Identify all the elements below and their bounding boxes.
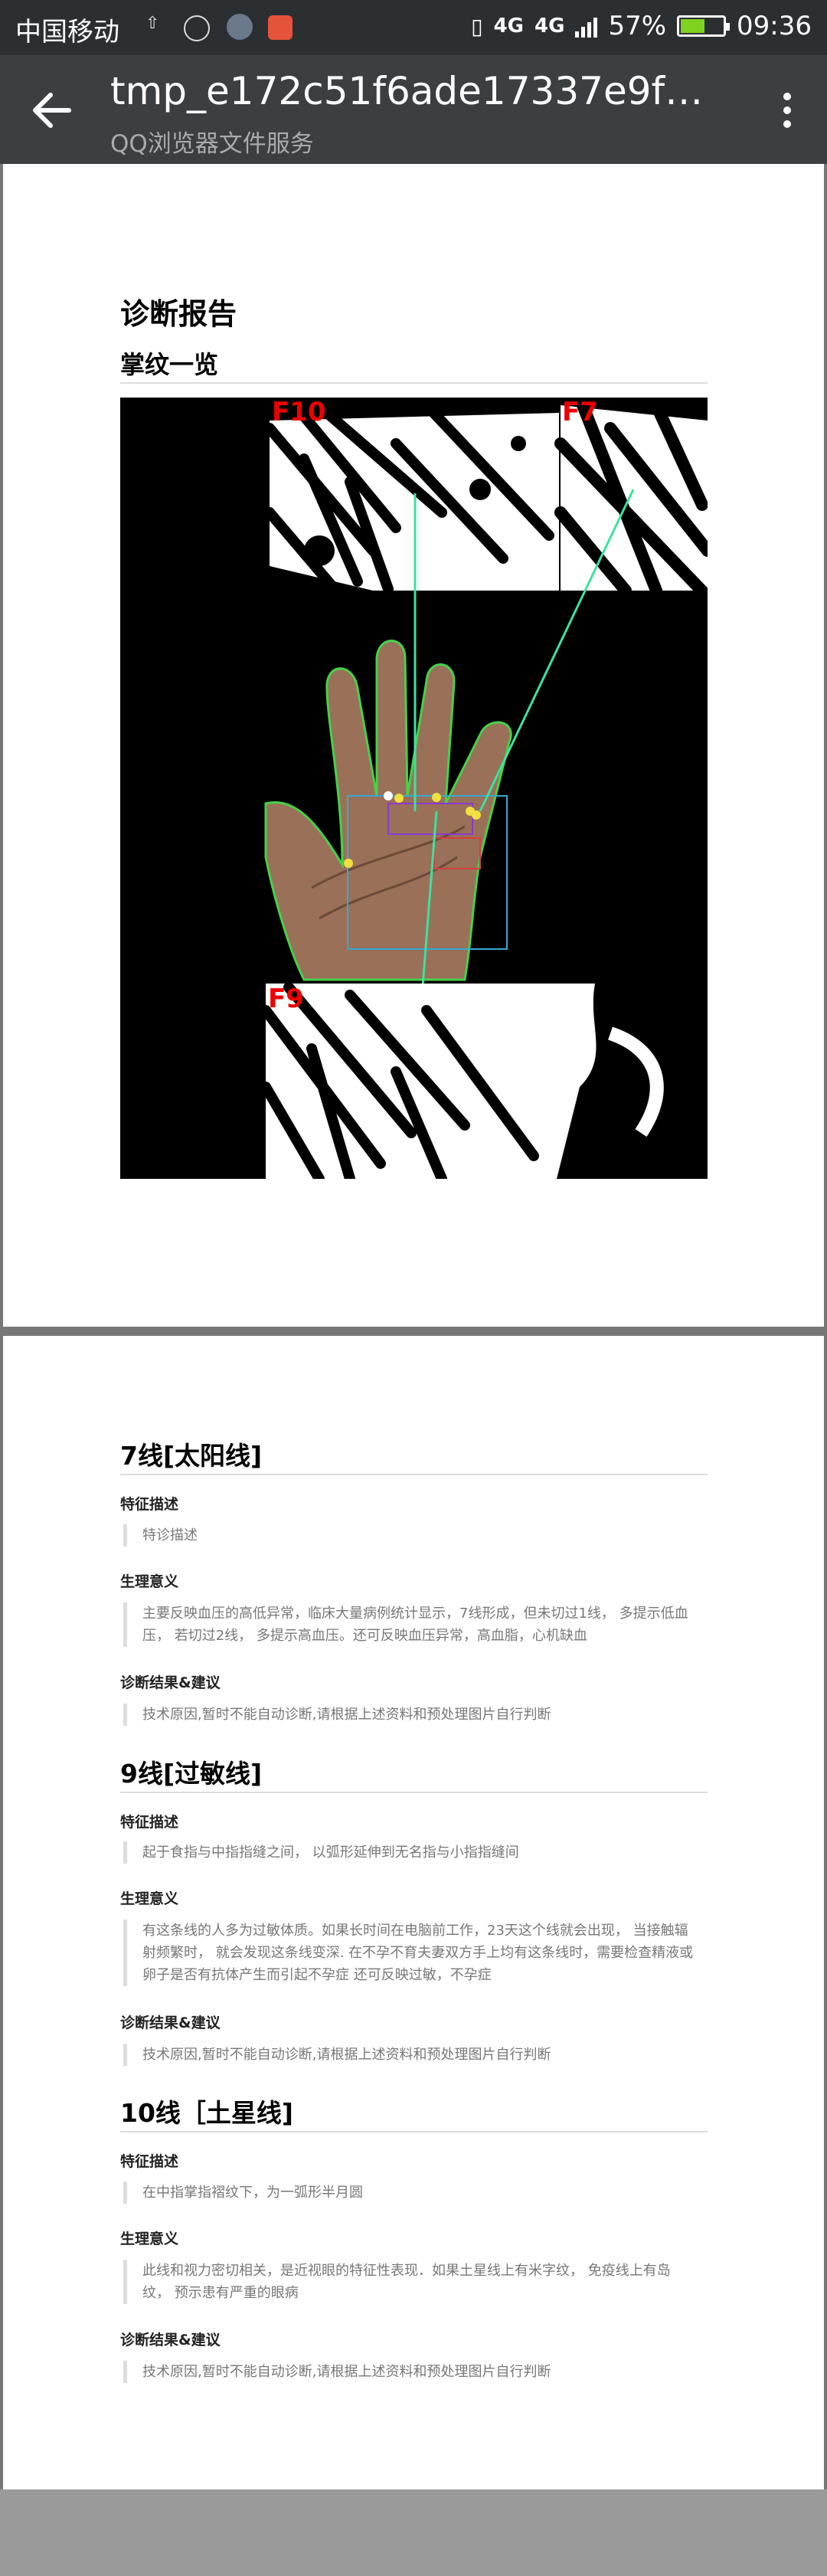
document-page-2: 7线[太阳线] 特征描述 特诊描述 生理意义 主要反映血压的高低异常，临床大量病… — [3, 1336, 824, 2489]
result-text: 技术原因,暂时不能自动诊断,请根据上述资料和预处理图片自行判断 — [123, 2361, 694, 2383]
feature-label: 特征描述 — [120, 1814, 179, 1831]
result-label: 诊断结果&建议 — [120, 2332, 221, 2349]
battery-icon — [677, 15, 731, 37]
f7-label: F7 — [562, 398, 598, 427]
app-badge-icon — [268, 15, 293, 40]
carrier-name: 中国移动 — [15, 17, 119, 47]
battery-percent: 57% — [608, 11, 667, 41]
status-bar: 中国移动 ⇧ ▯ 4G 4G 57% 09:36 — [0, 0, 827, 55]
clock: 09:36 — [737, 11, 812, 41]
file-title: tmp_e172c51f6ade17337e9f27... — [110, 69, 723, 113]
report-title: 诊断报告 — [120, 297, 237, 331]
result-text: 技术原因,暂时不能自动诊断,请根据上述资料和预处理图片自行判断 — [123, 1704, 694, 1726]
section-title-allergy-line: 9线[过敏线] — [120, 1759, 263, 1789]
network-4g-secondary-label: 4G — [534, 15, 565, 38]
divider — [120, 2131, 708, 2132]
palm-overview-heading: 掌纹一览 — [120, 350, 219, 379]
browser-toolbar: tmp_e172c51f6ade17337e9f27... QQ浏览器文件服务 — [0, 55, 827, 164]
section-title-sun-line: 7线[太阳线] — [120, 1441, 263, 1471]
upload-icon: ⇧ — [145, 14, 160, 33]
result-label: 诊断结果&建议 — [120, 2015, 221, 2031]
result-text: 技术原因,暂时不能自动诊断,请根据上述资料和预处理图片自行判断 — [123, 2044, 694, 2066]
meaning-text: 有这条线的人多为过敏体质。如果长时间在电脑前工作，23天这个线就会出现， 当接触… — [123, 1920, 694, 1986]
meaning-text: 此线和视力密切相关，是近视眼的特征性表现．如果土星线上有米字纹， 免疫线上有岛纹… — [123, 2260, 694, 2304]
battery-fill — [681, 19, 705, 33]
back-arrow-icon[interactable] — [28, 86, 77, 135]
more-options-icon[interactable] — [772, 86, 802, 135]
feature-label: 特征描述 — [120, 1496, 179, 1513]
document-page-1: 诊断报告 掌纹一览 F10 F7 F9 — [3, 164, 824, 1327]
f9-texture-panel: F9 — [260, 982, 708, 1179]
feature-text: 在中指掌指褶纹下，为一弧形半月圆 — [123, 2182, 694, 2204]
network-4g-label: 4G — [493, 15, 524, 38]
vibrate-icon: ▯ — [471, 13, 483, 39]
divider — [120, 1792, 708, 1793]
divider — [120, 1474, 708, 1475]
feature-text: 起于食指与中指指缝之间， 以弧形延伸到无名指与小指指缝间 — [123, 1841, 694, 1864]
app-notification-icon — [184, 15, 210, 41]
f9-label: F9 — [268, 984, 304, 1014]
section-title-saturn-line: 10线［土星线] — [120, 2098, 294, 2128]
meaning-label: 生理意义 — [120, 1573, 179, 1590]
meaning-label: 生理意义 — [120, 2231, 179, 2247]
result-label: 诊断结果&建议 — [120, 1674, 221, 1691]
feature-text: 特诊描述 — [123, 1524, 694, 1547]
palm-analysis-image: F10 F7 F9 — [120, 398, 708, 1179]
divider — [120, 382, 708, 384]
f10-label: F10 — [272, 398, 326, 427]
signal-icon — [575, 15, 598, 38]
feature-label: 特征描述 — [120, 2153, 179, 2170]
avatar-notification-icon — [227, 14, 253, 40]
file-service-subtitle: QQ浏览器文件服务 — [110, 130, 314, 158]
meaning-label: 生理意义 — [120, 1890, 179, 1907]
f7-texture-panel: F7 — [554, 398, 708, 603]
viewer-background — [0, 2489, 827, 2576]
meaning-text: 主要反映血压的高低异常，临床大量病例统计显示，7线形成，但未切过1线， 多提示低… — [123, 1602, 694, 1647]
